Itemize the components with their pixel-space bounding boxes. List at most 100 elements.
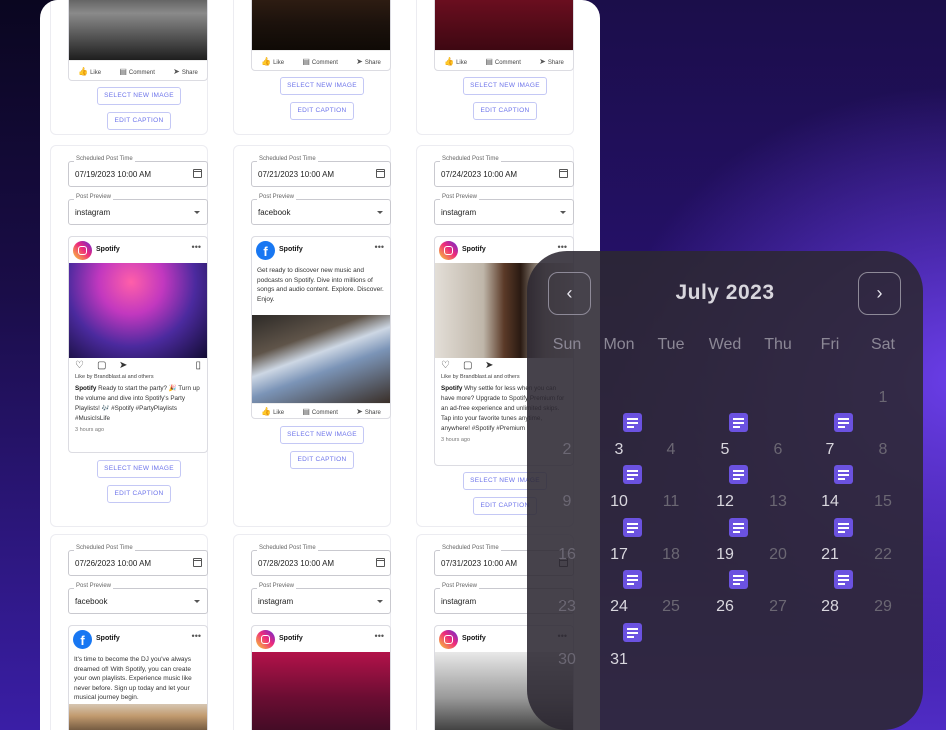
- select-new-image-button[interactable]: SELECT NEW IMAGE: [280, 426, 364, 444]
- calendar-icon[interactable]: [193, 558, 202, 567]
- calendar-day[interactable]: 12: [699, 493, 751, 511]
- post-preview-select[interactable]: Post Preview facebook: [68, 583, 208, 614]
- comment-icon[interactable]: ▢: [463, 360, 472, 371]
- comment-button[interactable]: ▤ Comment: [302, 57, 338, 66]
- calendar-day[interactable]: 28: [804, 598, 856, 616]
- heart-icon[interactable]: ♡: [441, 360, 450, 371]
- calendar-day[interactable]: 31: [593, 651, 645, 669]
- calendar-day[interactable]: 1: [857, 389, 909, 407]
- calendar-day[interactable]: 9: [541, 493, 593, 511]
- edit-caption-button[interactable]: EDIT CAPTION: [290, 102, 354, 120]
- calendar-day[interactable]: 30: [541, 651, 593, 669]
- chevron-down-icon: [194, 211, 200, 214]
- scheduled-post-icon[interactable]: [729, 465, 748, 484]
- calendar-day[interactable]: 5: [699, 441, 751, 459]
- select-new-image-button[interactable]: SELECT NEW IMAGE: [97, 87, 181, 105]
- more-options-icon[interactable]: •••: [375, 631, 384, 641]
- select-new-image-button[interactable]: SELECT NEW IMAGE: [280, 77, 364, 95]
- calendar-day[interactable]: 17: [593, 546, 645, 564]
- scheduler-panel: 👍 Like ▤ Comment ➤ Share SELECT NEW IMAGE E…: [40, 0, 600, 730]
- calendar-day[interactable]: 20: [752, 546, 804, 564]
- calendar-day[interactable]: 8: [857, 441, 909, 459]
- scheduled-post-icon[interactable]: [623, 465, 642, 484]
- post-preview-select[interactable]: Post Preview instagram: [251, 583, 391, 614]
- calendar-day[interactable]: 29: [857, 598, 909, 616]
- post-preview-select[interactable]: Post Preview facebook: [251, 194, 391, 225]
- comment-icon[interactable]: ▢: [97, 360, 106, 371]
- more-options-icon[interactable]: •••: [375, 242, 384, 252]
- post-preview-select[interactable]: Post Preview instagram: [68, 194, 208, 225]
- scheduled-post-icon[interactable]: [729, 570, 748, 589]
- calendar-icon[interactable]: [376, 558, 385, 567]
- like-button[interactable]: 👍 Like: [78, 67, 101, 76]
- calendar-icon[interactable]: [376, 169, 385, 178]
- calendar-day[interactable]: 21: [804, 546, 856, 564]
- share-button[interactable]: ➤ Share: [356, 407, 381, 416]
- share-button[interactable]: ➤ Share: [173, 67, 198, 76]
- scheduled-post-icon[interactable]: [623, 413, 642, 432]
- calendar-day[interactable]: 25: [645, 598, 697, 616]
- calendar-day[interactable]: 13: [752, 493, 804, 511]
- like-button[interactable]: 👍 Like: [444, 57, 467, 66]
- scheduled-post-icon[interactable]: [729, 518, 748, 537]
- scheduled-post-icon[interactable]: [623, 570, 642, 589]
- post-card: Scheduled Post Time 07/19/2023 10:00 AM …: [50, 145, 208, 527]
- calendar-day[interactable]: 2: [541, 441, 593, 459]
- scheduled-post-icon[interactable]: [623, 518, 642, 537]
- calendar-day[interactable]: 11: [645, 493, 697, 511]
- calendar-day[interactable]: 26: [699, 598, 751, 616]
- calendar-day[interactable]: 19: [699, 546, 751, 564]
- scheduled-post-icon[interactable]: [834, 518, 853, 537]
- scheduled-post-icon[interactable]: [729, 413, 748, 432]
- select-new-image-button[interactable]: SELECT NEW IMAGE: [463, 77, 547, 95]
- edit-caption-button[interactable]: EDIT CAPTION: [290, 451, 354, 469]
- calendar-day[interactable]: 10: [593, 493, 645, 511]
- edit-caption-button[interactable]: EDIT CAPTION: [473, 102, 537, 120]
- scheduled-time-field[interactable]: Scheduled Post Time 07/28/2023 10:00 AM: [251, 545, 391, 576]
- like-button[interactable]: 👍 Like: [261, 407, 284, 416]
- edit-caption-button[interactable]: EDIT CAPTION: [107, 485, 171, 503]
- heart-icon[interactable]: ♡: [75, 360, 84, 371]
- calendar-day[interactable]: 3: [593, 441, 645, 459]
- comment-button[interactable]: ▤ Comment: [302, 407, 338, 416]
- comment-button[interactable]: ▤ Comment: [485, 57, 521, 66]
- instagram-avatar-icon: [439, 630, 458, 649]
- scheduled-post-icon[interactable]: [623, 623, 642, 642]
- scheduled-time-field[interactable]: Scheduled Post Time 07/19/2023 10:00 AM: [68, 156, 208, 187]
- calendar-day[interactable]: 16: [541, 546, 593, 564]
- like-button[interactable]: 👍 Like: [261, 57, 284, 66]
- scheduled-post-icon[interactable]: [834, 570, 853, 589]
- calendar-day[interactable]: 4: [645, 441, 697, 459]
- scheduled-post-icon[interactable]: [834, 465, 853, 484]
- calendar-day[interactable]: 14: [804, 493, 856, 511]
- share-button[interactable]: ➤ Share: [356, 57, 381, 66]
- calendar-day[interactable]: 7: [804, 441, 856, 459]
- calendar-day[interactable]: 15: [857, 493, 909, 511]
- share-button[interactable]: ➤ Share: [539, 57, 564, 66]
- select-new-image-button[interactable]: SELECT NEW IMAGE: [97, 460, 181, 478]
- send-icon[interactable]: ➤: [485, 360, 493, 371]
- calendar-day[interactable]: 6: [752, 441, 804, 459]
- scheduled-time-field[interactable]: Scheduled Post Time 07/24/2023 10:00 AM: [434, 156, 574, 187]
- calendar-icon[interactable]: [559, 169, 568, 178]
- calendar-day[interactable]: 23: [541, 598, 593, 616]
- edit-caption-button[interactable]: EDIT CAPTION: [107, 112, 171, 130]
- send-icon[interactable]: ➤: [119, 360, 127, 371]
- calendar-day[interactable]: 24: [593, 598, 645, 616]
- more-options-icon[interactable]: •••: [192, 631, 201, 641]
- next-month-button[interactable]: ›: [858, 272, 901, 315]
- scheduled-post-icon[interactable]: [834, 413, 853, 432]
- bookmark-icon[interactable]: ▯: [195, 360, 201, 371]
- scheduled-time-field[interactable]: Scheduled Post Time 07/21/2023 10:00 AM: [251, 156, 391, 187]
- thumbs-up-icon: 👍: [444, 57, 455, 66]
- more-options-icon[interactable]: •••: [192, 242, 201, 252]
- calendar-day[interactable]: 22: [857, 546, 909, 564]
- post-image: [252, 315, 390, 403]
- calendar-day[interactable]: 27: [752, 598, 804, 616]
- scheduled-time-field[interactable]: Scheduled Post Time 07/26/2023 10:00 AM: [68, 545, 208, 576]
- thumbs-up-icon: 👍: [261, 57, 272, 66]
- calendar-day[interactable]: 18: [645, 546, 697, 564]
- post-preview-select[interactable]: Post Preview instagram: [434, 194, 574, 225]
- calendar-icon[interactable]: [193, 169, 202, 178]
- comment-button[interactable]: ▤ Comment: [119, 67, 155, 76]
